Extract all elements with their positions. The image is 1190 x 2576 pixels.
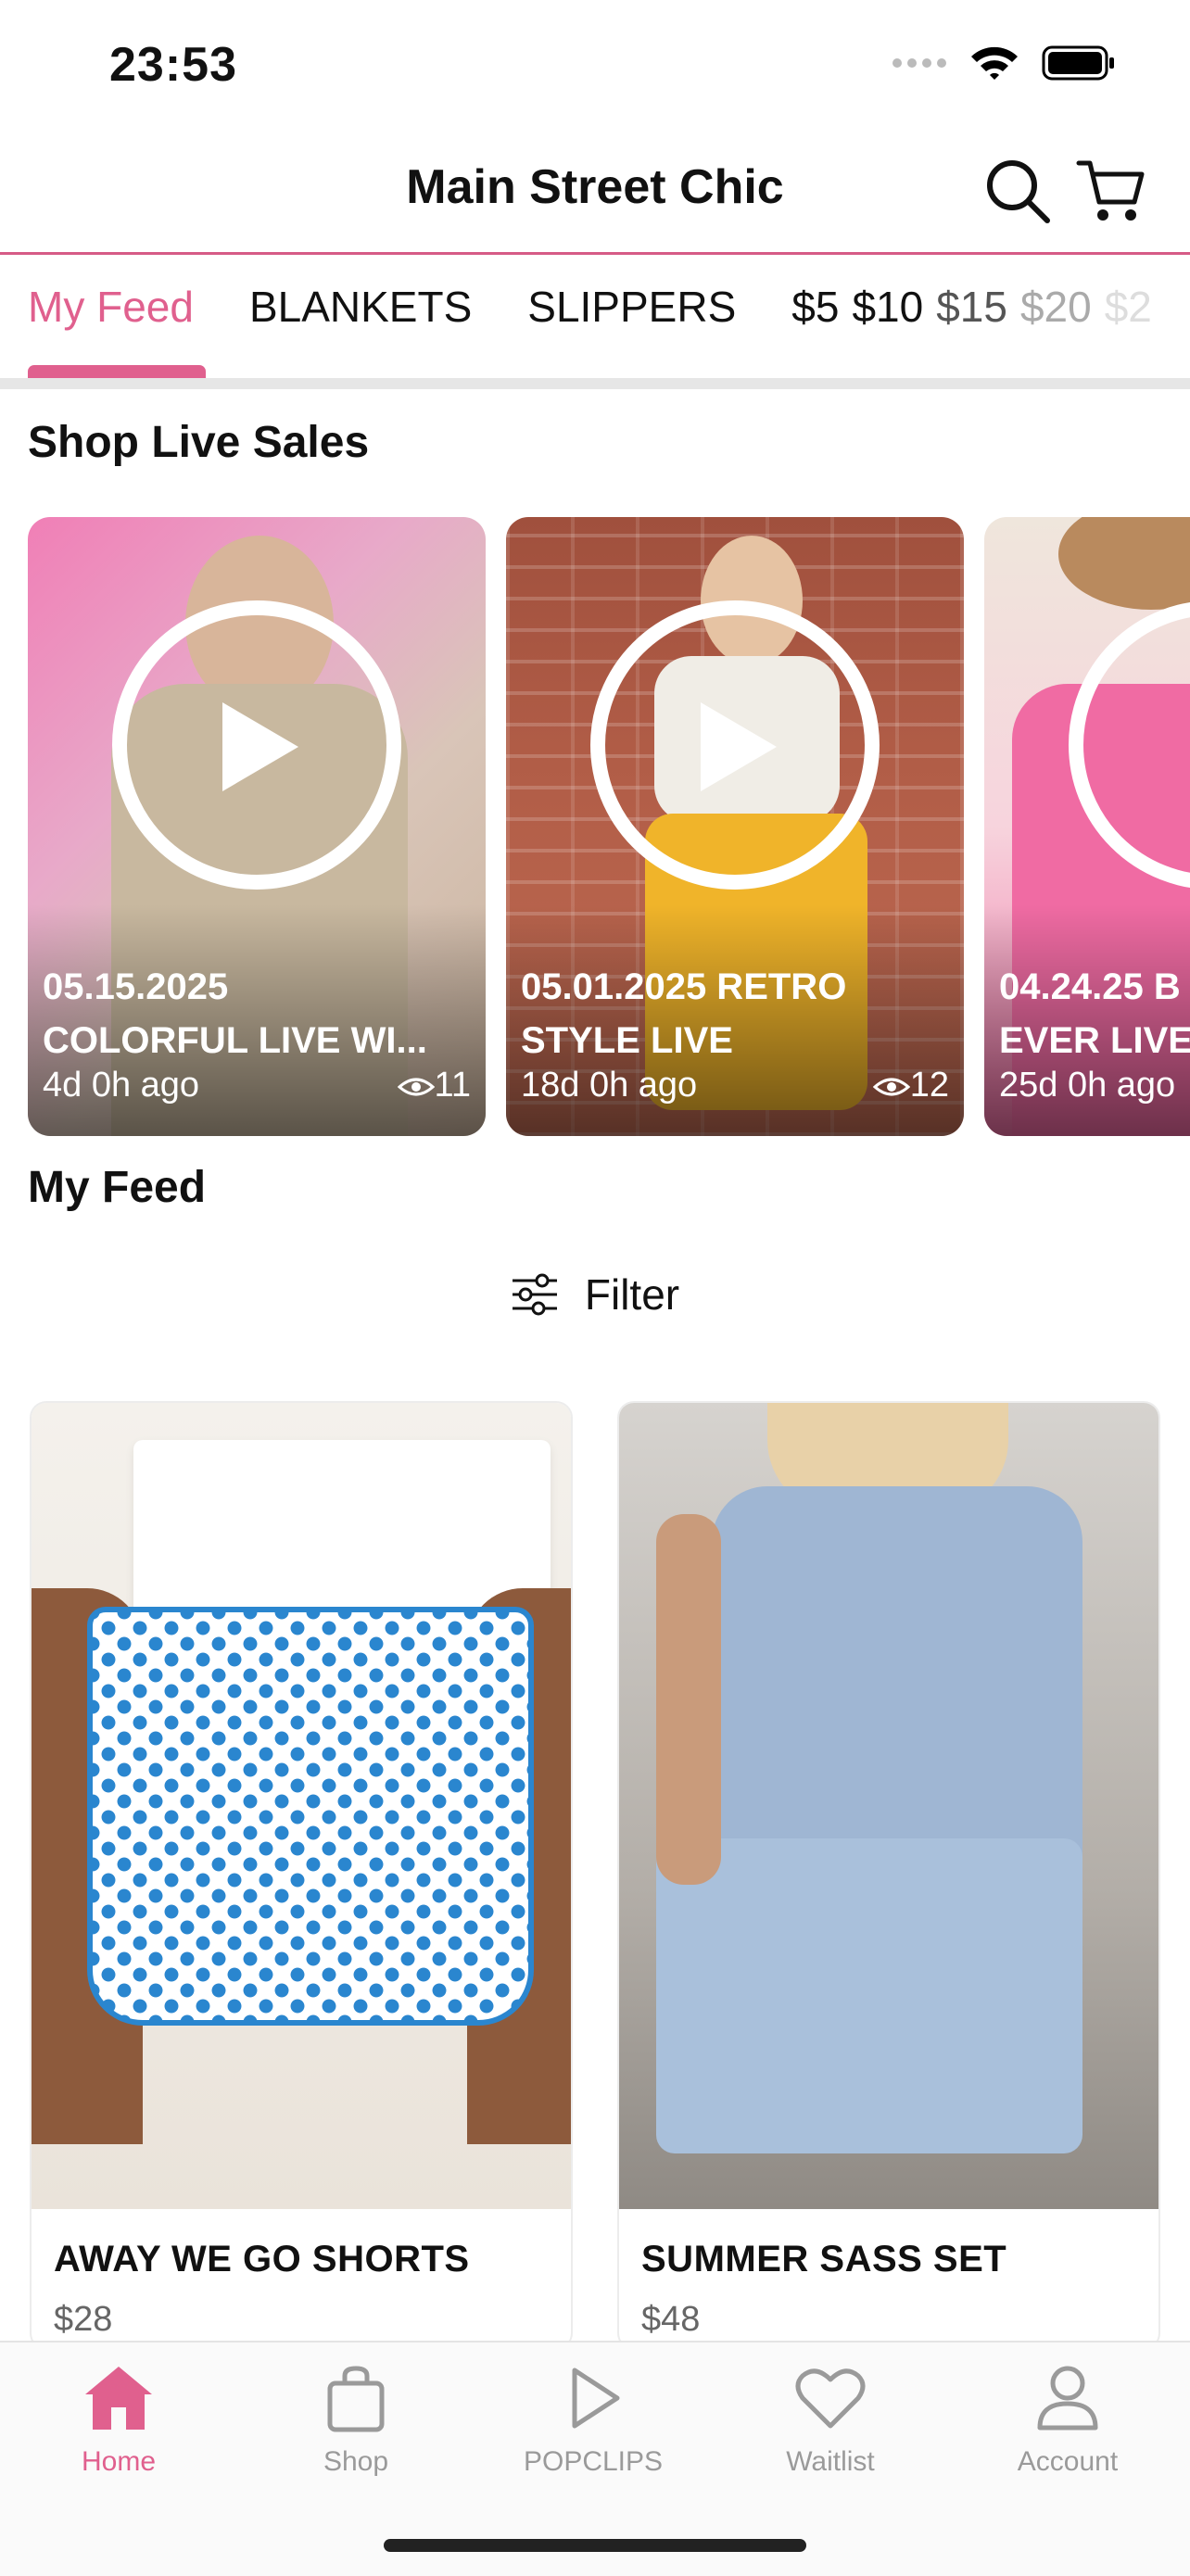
nav-shop[interactable]: Shop (263, 2363, 449, 2478)
home-indicator (384, 2539, 806, 2552)
host-hat (1058, 517, 1190, 610)
tab-price-15[interactable]: $15 (936, 283, 1007, 331)
nav-waitlist[interactable]: Waitlist (738, 2363, 923, 2478)
view-count: 12 (872, 1066, 949, 1105)
live-card-title: 04.24.25 B EVER LIVE (999, 966, 1190, 1061)
tab-price-25[interactable]: $2 (1105, 283, 1152, 331)
nav-home[interactable]: Home (26, 2363, 211, 2478)
tab-my-feed[interactable]: My Feed (28, 282, 194, 332)
filter-button[interactable]: Filter (0, 1269, 1190, 1320)
feed-section-title: My Feed (28, 1163, 207, 1212)
live-card-ago: 4d 0h ago (43, 1066, 200, 1105)
tabs-divider (0, 378, 1190, 389)
product-image (619, 1403, 1158, 2209)
eye-icon (397, 1078, 435, 1096)
popclips-icon (572, 2368, 620, 2429)
nav-account[interactable]: Account (975, 2363, 1160, 2478)
tab-prices[interactable]: $5 $10 $15 $20 $2 (791, 282, 1165, 332)
live-card[interactable]: 04.24.25 B EVER LIVE 25d 0h ago (984, 517, 1190, 1136)
product-card[interactable]: SUMMER SASS SET $48 (619, 1403, 1158, 2348)
account-icon (1037, 2366, 1098, 2431)
live-card-title: 05.15.2025 COLORFUL LIVE WI... (43, 966, 427, 1061)
product-price: $48 (641, 2300, 701, 2339)
category-tabs: My Feed BLANKETS SLIPPERS $5 $10 $15 $20 $2 (28, 282, 1165, 332)
product-price: $28 (54, 2300, 113, 2339)
cart-icon[interactable] (1075, 156, 1146, 226)
live-section-title: Shop Live Sales (28, 418, 370, 467)
heart-icon (795, 2368, 866, 2429)
eye-icon (872, 1078, 910, 1096)
signal-icon (892, 58, 946, 68)
tab-price-20[interactable]: $20 (1020, 283, 1092, 331)
active-tab-indicator (28, 365, 206, 378)
status-icons (892, 44, 1116, 82)
nav-popclips[interactable]: POPCLIPS (500, 2363, 686, 2478)
product-name: SUMMER SASS SET (641, 2239, 1007, 2279)
tab-price-10[interactable]: $10 (852, 283, 923, 331)
header-divider (0, 252, 1190, 255)
tab-slippers[interactable]: SLIPPERS (527, 282, 736, 332)
home-icon (85, 2367, 152, 2430)
wifi-icon (971, 46, 1018, 80)
live-card[interactable]: 05.01.2025 RETRO STYLE LIVE 18d 0h ago 1… (506, 517, 964, 1136)
status-time: 23:53 (109, 38, 237, 92)
live-card-title: 05.01.2025 RETRO STYLE LIVE (521, 966, 847, 1061)
product-name: AWAY WE GO SHORTS (54, 2239, 470, 2279)
bag-icon (327, 2366, 385, 2432)
tab-blankets[interactable]: BLANKETS (249, 282, 472, 332)
battery-icon (1042, 45, 1114, 81)
live-card-ago: 25d 0h ago (999, 1066, 1176, 1105)
search-icon[interactable] (982, 156, 1053, 226)
view-count: 11 (397, 1066, 471, 1105)
live-card-ago: 18d 0h ago (521, 1066, 698, 1105)
product-image (32, 1403, 571, 2209)
filter-icon (512, 1273, 557, 1316)
tab-price-5[interactable]: $5 (791, 283, 839, 331)
live-card[interactable]: 05.15.2025 COLORFUL LIVE WI... 4d 0h ago… (28, 517, 486, 1136)
product-card[interactable]: AWAY WE GO SHORTS $28 (32, 1403, 571, 2348)
filter-label: Filter (584, 1270, 680, 1319)
